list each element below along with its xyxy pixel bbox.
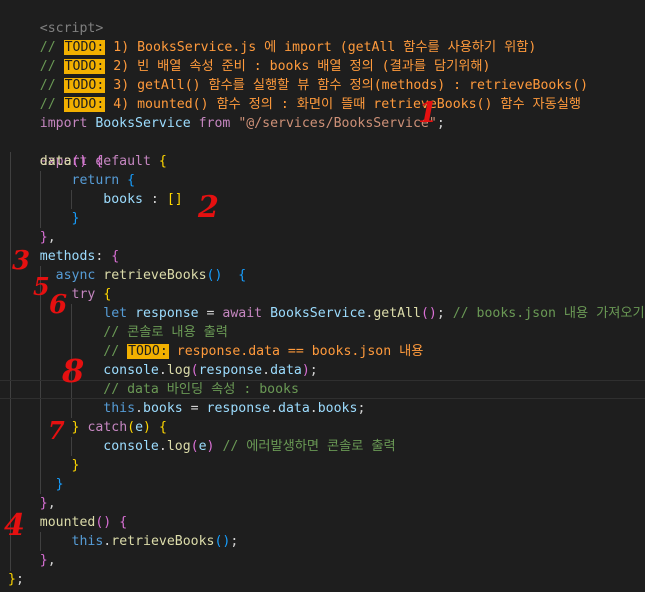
- console-comment: // 콘솔로 내용 출력: [103, 325, 228, 340]
- todo-comment-line: // TODO: 2) 빈 배열 속성 준비 : books 배열 정의 (결과…: [8, 38, 490, 74]
- async-keyword: async: [55, 268, 96, 283]
- books-prop-line: books : []: [103, 192, 183, 207]
- fetch-comment: // books.json 내용 가져오기: [452, 306, 645, 321]
- log-call: log: [166, 363, 191, 378]
- close-line: },: [39, 553, 56, 568]
- export-line: export default {: [8, 133, 167, 169]
- from-keyword: from: [198, 116, 231, 131]
- import-path: "@/services/BooksService": [238, 116, 437, 131]
- annotation-2: 2: [198, 190, 219, 225]
- call-retrieve-line: this.retrieveBooks();: [71, 534, 239, 549]
- brace: {: [95, 154, 104, 169]
- books-property: books: [103, 192, 143, 207]
- methods-key: methods: [39, 249, 96, 264]
- close-line: }: [55, 477, 64, 492]
- brace: {: [103, 287, 112, 302]
- annotation-4: 4: [4, 508, 25, 543]
- todo-response-text: response.data == books.json 내용: [176, 344, 424, 359]
- close-line: }: [71, 458, 80, 473]
- mounted-function: mounted: [39, 515, 96, 530]
- annotation-7: 7: [48, 416, 65, 445]
- brace: {: [238, 268, 247, 283]
- return-keyword: return: [71, 173, 120, 188]
- annotation-3: 3: [12, 246, 31, 276]
- annotation-1: 1: [418, 96, 438, 129]
- brace: {: [111, 249, 120, 264]
- console-object: console: [103, 363, 159, 378]
- data-fn-line: data() {: [39, 154, 104, 169]
- retrieve-function: retrieveBooks: [103, 268, 207, 283]
- return-line: return {: [8, 171, 136, 190]
- try-keyword: try: [71, 287, 96, 302]
- close-line: }: [71, 211, 80, 226]
- binding-comment: // data 바인딩 속성 : books: [103, 382, 299, 397]
- catch-keyword: catch: [87, 420, 128, 435]
- brace: {: [158, 420, 167, 435]
- annotation-5: 5: [33, 272, 50, 301]
- mounted-line: mounted() {: [39, 515, 128, 530]
- console-error-line: console.log(e) // 에러발생하면 콘솔로 출력: [103, 439, 396, 454]
- brace: {: [127, 173, 136, 188]
- this-keyword: this: [103, 401, 136, 416]
- await-keyword: await: [222, 306, 263, 321]
- getall-call: getAll: [373, 306, 421, 321]
- close-line: },: [39, 230, 56, 245]
- let-response-line: let response = await BooksService.getAll…: [103, 306, 645, 321]
- service-identifier: BooksService: [95, 116, 191, 131]
- comment-slashes: //: [103, 344, 128, 359]
- default-keyword: default: [95, 154, 151, 169]
- catch-line: } catch(e) {: [71, 420, 167, 435]
- annotation-8: 8: [62, 352, 85, 390]
- error-comment: // 에러발생하면 콘솔로 출력: [222, 439, 396, 454]
- response-var: response: [135, 306, 199, 321]
- brace: {: [119, 515, 128, 530]
- import-keyword: import: [39, 116, 88, 131]
- annotation-6: 6: [49, 290, 68, 320]
- brace: {: [158, 154, 167, 169]
- todo-comment-line: // TODO: 1) BooksService.js 에 import (ge…: [8, 19, 536, 55]
- close-line: };: [8, 572, 24, 587]
- script-tag-line: <script>: [8, 0, 104, 36]
- todo-comment-line: // TODO: 4) mounted() 함수 정의 : 화면이 뜰때 ret…: [8, 76, 581, 112]
- import-line: import BooksService from "@/services/Boo…: [39, 116, 445, 131]
- comment-line: // 콘솔로 내용 출력: [8, 323, 228, 342]
- console-log-line: console.log(response.data);: [103, 363, 318, 378]
- let-keyword: let: [103, 306, 128, 321]
- todo-marker: TODO:: [127, 344, 169, 359]
- comment-line: // data 바인딩 속성 : books: [8, 380, 299, 399]
- data-function: data: [39, 154, 72, 169]
- empty-array: []: [166, 192, 183, 207]
- code-editor[interactable]: <script> // TODO: 1) BooksService.js 에 i…: [0, 0, 645, 592]
- service-ref: BooksService: [270, 306, 366, 321]
- todo-comment-line: // TODO: 3) getAll() 함수를 실행할 뷰 함수 정의(met…: [8, 57, 588, 93]
